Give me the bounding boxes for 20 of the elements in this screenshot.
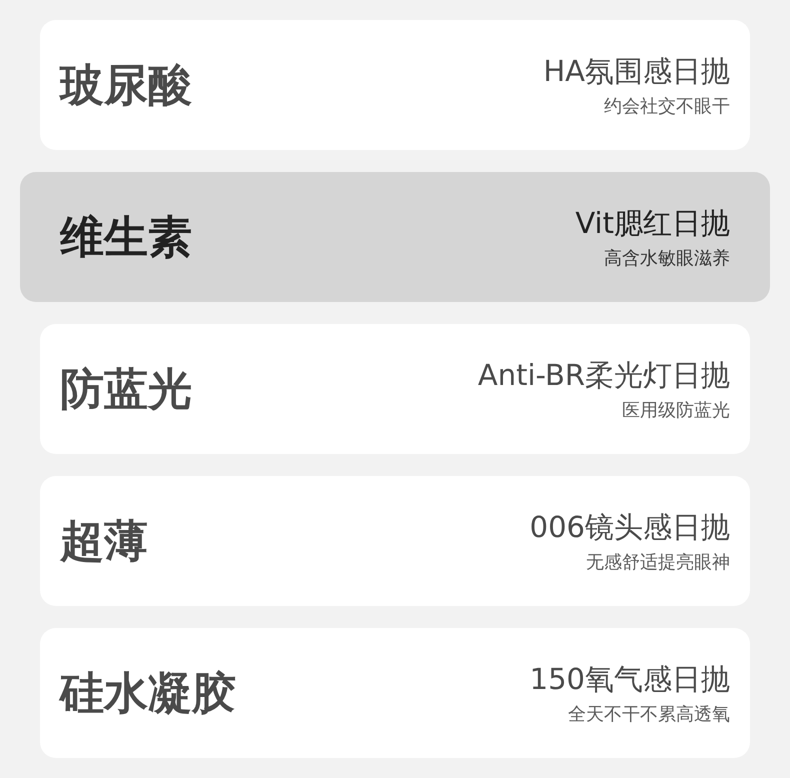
option-card[interactable]: 防蓝光 Anti-BR柔光灯日抛 医用级防蓝光: [40, 324, 750, 454]
option-name: 维生素: [60, 210, 192, 264]
option-subtitle: 高含水敏眼滋养: [604, 247, 730, 270]
option-card[interactable]: 硅水凝胶 150氧气感日抛 全天不干不累高透氧: [40, 628, 750, 758]
option-name: 防蓝光: [60, 362, 192, 416]
option-card[interactable]: 玻尿酸 HA氛围感日抛 约会社交不眼干: [40, 20, 750, 150]
option-title: Vit腮红日抛: [575, 205, 730, 242]
option-title: 150氧气感日抛: [530, 661, 730, 698]
option-title: HA氛围感日抛: [543, 53, 730, 90]
option-name: 玻尿酸: [60, 58, 192, 112]
option-name: 超薄: [60, 514, 148, 568]
option-title: 006镜头感日抛: [530, 509, 730, 546]
option-card[interactable]: 超薄 006镜头感日抛 无感舒适提亮眼神: [40, 476, 750, 606]
option-subtitle: 无感舒适提亮眼神: [586, 551, 730, 574]
option-title: Anti-BR柔光灯日抛: [478, 357, 730, 394]
option-subtitle: 约会社交不眼干: [604, 95, 730, 118]
option-card[interactable]: 维生素 Vit腮红日抛 高含水敏眼滋养: [20, 172, 770, 302]
option-name: 硅水凝胶: [60, 666, 236, 720]
option-subtitle: 医用级防蓝光: [622, 399, 730, 422]
option-subtitle: 全天不干不累高透氧: [568, 703, 730, 726]
